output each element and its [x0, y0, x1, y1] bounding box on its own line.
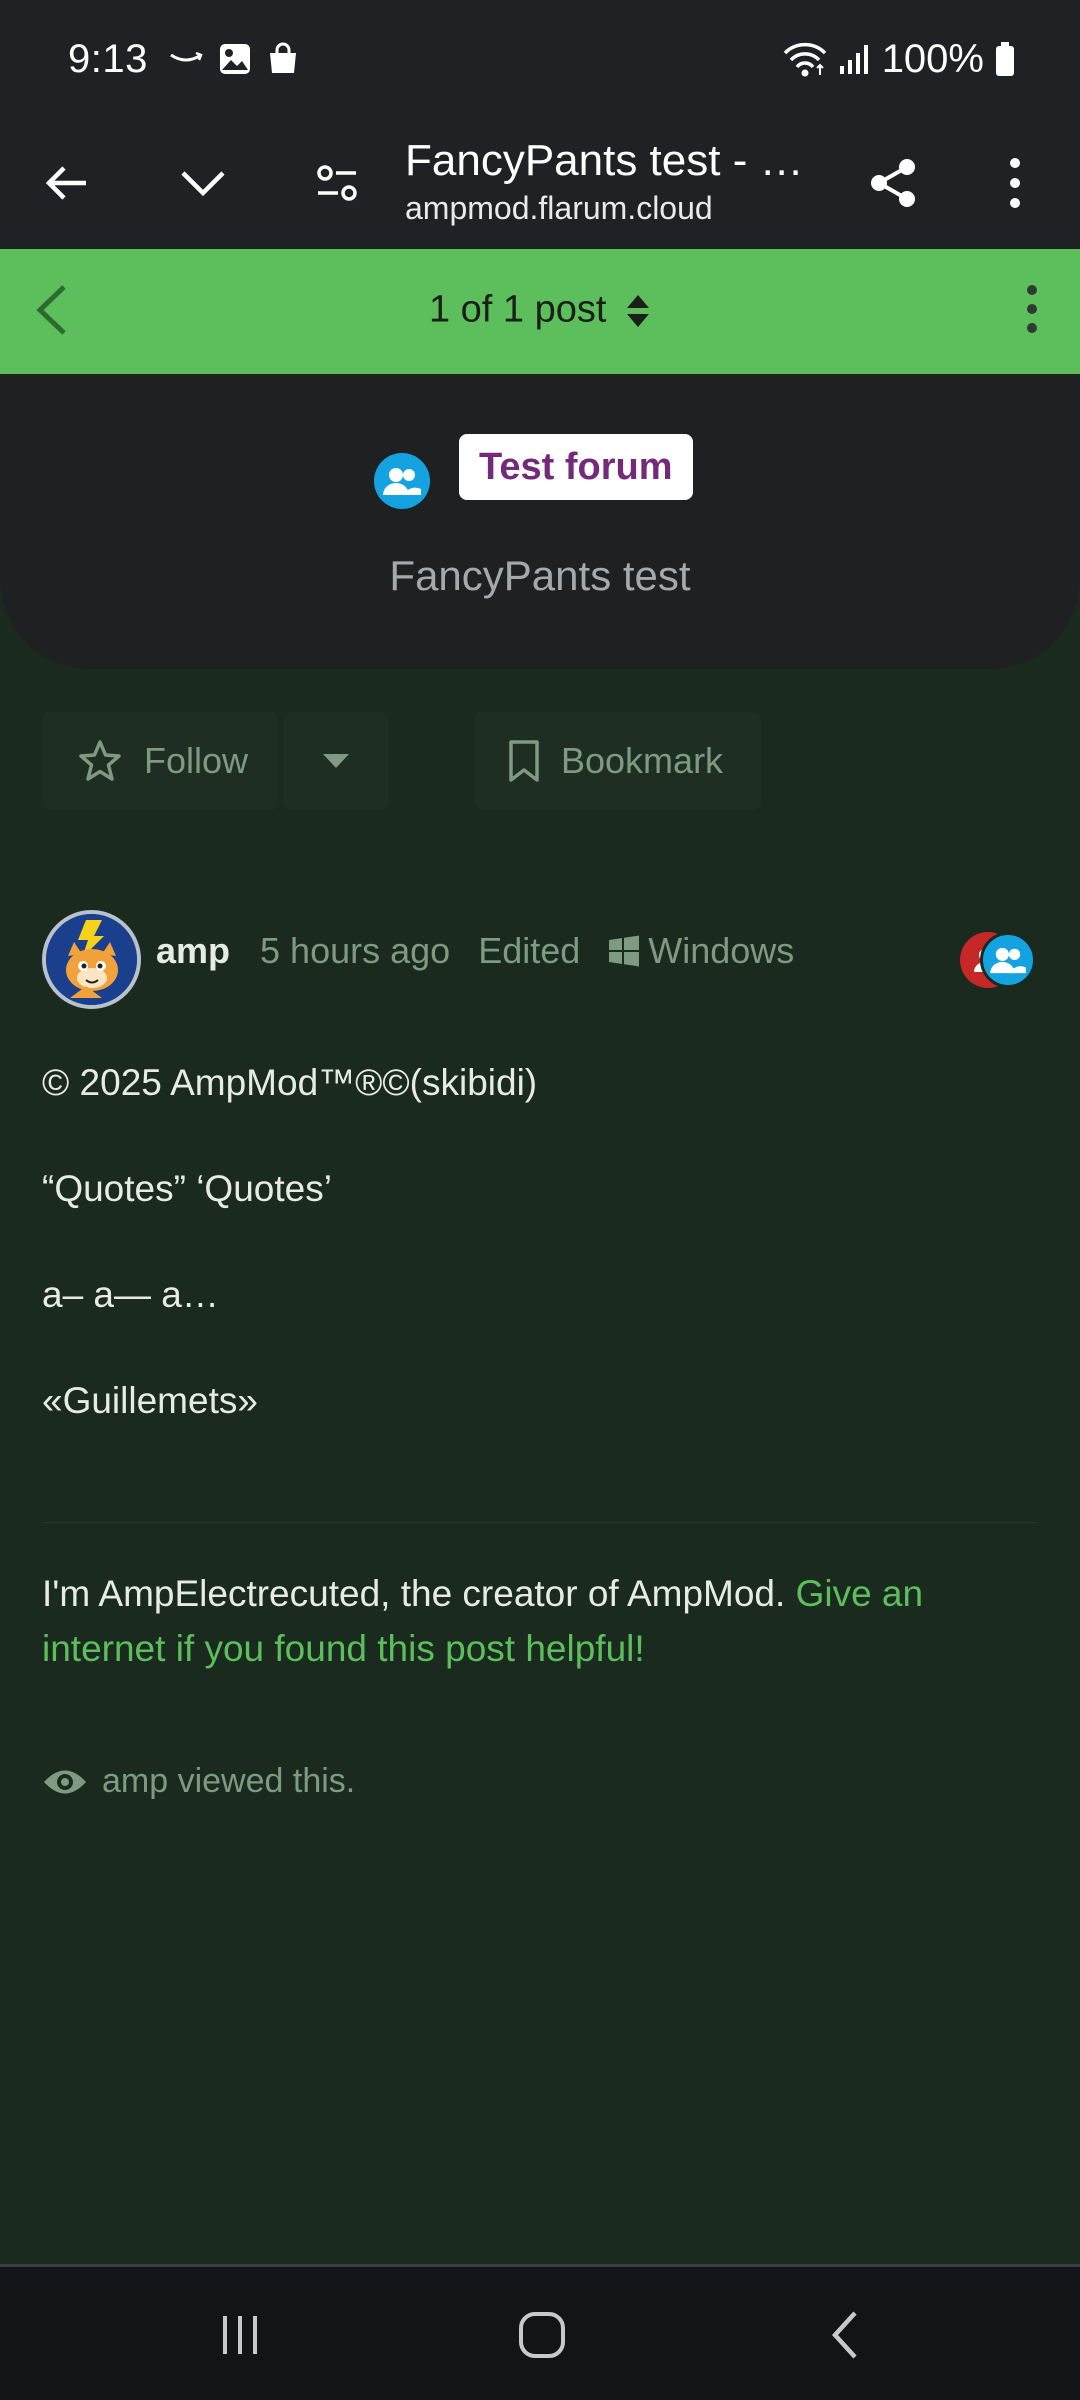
chevron-down-icon[interactable]	[168, 148, 238, 218]
follow-button[interactable]: Follow	[42, 712, 278, 810]
post-nav-bar: 1 of 1 post	[0, 249, 1080, 374]
user-badges	[960, 930, 1040, 990]
platform-text: Windows	[648, 930, 795, 971]
amazon-icon	[168, 49, 204, 69]
caret-down-icon	[321, 752, 351, 770]
eye-icon	[42, 1765, 88, 1799]
signature: I'm AmpElectrecuted, the creator of AmpM…	[42, 1566, 1022, 1676]
status-bar: 9:13 100%	[0, 0, 1080, 118]
avatar[interactable]	[42, 910, 141, 1009]
back-arrow-icon[interactable]	[32, 148, 102, 218]
page-url[interactable]: ampmod.flarum.cloud	[405, 190, 713, 227]
signal-icon	[838, 42, 872, 76]
browser-toolbar: FancyPants test - … ampmod.flarum.cloud	[0, 118, 1080, 249]
wifi-icon	[782, 41, 828, 77]
tag-label[interactable]: Test forum	[459, 434, 693, 500]
viewed-by: amp viewed this.	[42, 1762, 355, 1801]
post-time[interactable]: 5 hours ago	[260, 930, 450, 972]
platform-label: Windows	[608, 930, 794, 972]
discussion-hero: Test forum FancyPants test	[0, 374, 1080, 669]
username[interactable]: amp	[156, 930, 230, 972]
bookmark-label: Bookmark	[561, 740, 724, 781]
post-body-line: «Guillemets»	[42, 1380, 258, 1421]
gallery-icon	[218, 42, 252, 76]
signature-text: I'm AmpElectrecuted, the creator of AmpM…	[42, 1573, 796, 1614]
recents-icon[interactable]	[205, 2305, 275, 2365]
group-badge-icon	[980, 932, 1036, 988]
page-title[interactable]: FancyPants test - …	[405, 136, 825, 186]
windows-icon	[608, 935, 640, 967]
discussion-title: FancyPants test	[389, 552, 691, 599]
post-count-label: 1 of 1 post	[428, 288, 607, 331]
more-options-icon[interactable]	[1022, 281, 1042, 337]
system-nav-bar	[0, 2267, 1080, 2400]
signature-divider	[42, 1522, 1038, 1523]
follow-dropdown-button[interactable]	[284, 712, 388, 810]
viewed-by-text: amp viewed this.	[102, 1762, 356, 1800]
nav-back-icon[interactable]	[810, 2305, 880, 2365]
more-vert-icon[interactable]	[980, 148, 1050, 218]
bookmark-icon	[507, 739, 541, 783]
bookmark-button[interactable]: Bookmark	[475, 712, 761, 810]
sort-icon	[625, 288, 651, 331]
battery-percent: 100%	[881, 36, 984, 81]
post-scrubber[interactable]: 1 of 1 post	[0, 287, 1080, 331]
edited-label[interactable]: Edited	[478, 930, 580, 972]
group-icon	[374, 453, 430, 509]
tune-icon[interactable]	[302, 148, 372, 218]
status-time: 9:13	[68, 36, 148, 81]
share-icon[interactable]	[858, 148, 928, 218]
post-body-line: a– a— a…	[42, 1274, 219, 1315]
post-body-line: © 2025 AmpMod™®©(skibidi)	[42, 1062, 538, 1103]
home-icon[interactable]	[507, 2305, 577, 2365]
follow-label: Follow	[144, 740, 249, 781]
post-body-line: “Quotes” ‘Quotes’	[42, 1168, 332, 1209]
battery-icon	[994, 41, 1016, 77]
star-icon	[78, 739, 122, 783]
shopping-bag-icon	[266, 42, 300, 76]
